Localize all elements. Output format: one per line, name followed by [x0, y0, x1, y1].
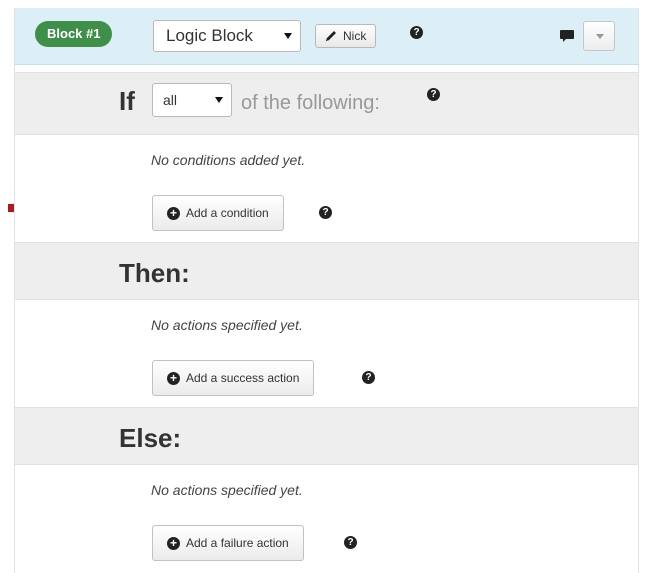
then-section-header — [15, 242, 638, 300]
pencil-icon — [326, 31, 336, 41]
add-success-action-button[interactable]: + Add a success action — [152, 360, 315, 396]
plus-icon: + — [167, 206, 180, 220]
help-icon[interactable]: ? — [319, 206, 332, 219]
no-failure-actions-message: No actions specified yet. — [151, 482, 303, 498]
add-condition-button[interactable]: + Add a condition — [152, 195, 284, 231]
plus-icon: + — [167, 536, 180, 550]
add-failure-action-label: Add a failure action — [186, 536, 289, 550]
plus-icon: + — [167, 371, 180, 385]
help-icon[interactable]: ? — [362, 371, 375, 384]
caret-down-icon — [215, 97, 223, 103]
then-title: Then: — [119, 258, 190, 288]
chevron-down-icon — [596, 34, 604, 39]
add-success-action-label: Add a success action — [186, 371, 300, 385]
help-icon[interactable]: ? — [427, 88, 440, 101]
help-icon[interactable]: ? — [410, 26, 423, 39]
block-type-value: Logic Block — [166, 26, 253, 45]
no-success-actions-message: No actions specified yet. — [151, 317, 303, 333]
author-name: Nick — [343, 29, 367, 43]
else-title: Else: — [119, 423, 182, 453]
quantifier-value: all — [163, 92, 178, 108]
help-icon[interactable]: ? — [344, 536, 357, 549]
block-menu-button[interactable] — [583, 21, 615, 51]
comment-icon[interactable] — [559, 29, 575, 43]
logic-block-panel: Block #1 Logic Block Nick ? If all of th… — [14, 8, 639, 573]
block-number-badge: Block #1 — [35, 21, 113, 47]
block-type-select[interactable]: Logic Block — [153, 20, 301, 52]
condition-suffix: of the following: — [241, 92, 380, 114]
if-label: If — [119, 86, 135, 116]
add-condition-label: Add a condition — [186, 206, 269, 220]
else-section-header — [15, 407, 638, 465]
condition-quantifier-select[interactable]: all — [152, 83, 232, 117]
no-conditions-message: No conditions added yet. — [151, 152, 306, 168]
author-edit-button[interactable]: Nick — [315, 24, 377, 48]
block-header: Block #1 Logic Block Nick ? — [15, 8, 638, 65]
caret-down-icon — [284, 33, 292, 39]
add-failure-action-button[interactable]: + Add a failure action — [152, 525, 304, 561]
